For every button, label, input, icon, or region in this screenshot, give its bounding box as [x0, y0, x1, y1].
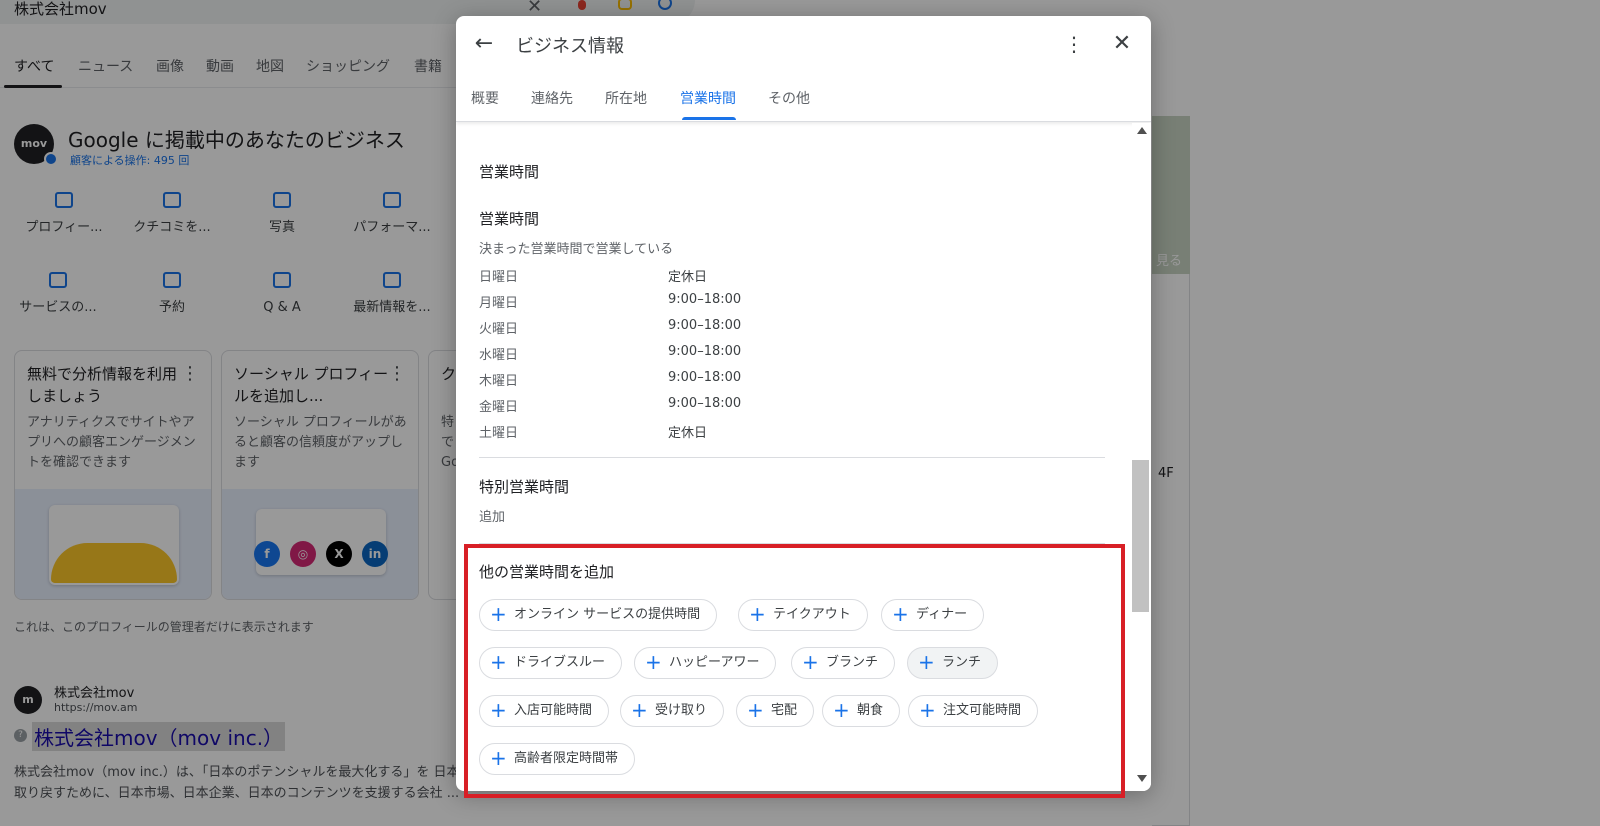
hours-value: 9:00–18:00: [668, 396, 742, 411]
day-label: 木曜日: [479, 374, 519, 389]
hours-value: 定休日: [668, 270, 708, 285]
dialog-scrollbar[interactable]: [1132, 123, 1151, 791]
scrollbar-thumb[interactable]: [1132, 460, 1149, 612]
special-hours-add[interactable]: 追加: [479, 506, 505, 525]
tab-overview[interactable]: 概要: [471, 88, 499, 108]
close-icon[interactable]: ✕: [1108, 30, 1136, 58]
scroll-up-arrow-icon[interactable]: [1137, 127, 1147, 134]
hours-value: 9:00–18:00: [668, 344, 742, 359]
section-divider: [479, 457, 1105, 458]
dialog-title: ビジネス情報: [516, 36, 624, 57]
dialog-header: ← ビジネス情報 ⋮ ✕ 概要 連絡先 所在地 営業時間 その他: [456, 16, 1151, 122]
tab-more[interactable]: その他: [768, 88, 810, 108]
back-arrow-icon[interactable]: ←: [470, 30, 498, 58]
hours-value: 定休日: [668, 426, 708, 441]
scroll-down-arrow-icon[interactable]: [1137, 775, 1147, 782]
hours-value: 9:00–18:00: [668, 292, 742, 307]
section-heading: 営業時間: [479, 163, 540, 181]
hours-value: 9:00–18:00: [668, 370, 742, 385]
day-label: 月曜日: [479, 296, 519, 311]
day-label: 日曜日: [479, 270, 519, 285]
day-label: 土曜日: [479, 426, 519, 441]
day-label: 火曜日: [479, 322, 519, 337]
hours-value: 9:00–18:00: [668, 318, 742, 333]
active-tab-indicator: [682, 117, 736, 120]
hours-heading[interactable]: 営業時間: [479, 208, 539, 229]
day-label: 金曜日: [479, 400, 519, 415]
tab-hours[interactable]: 営業時間: [680, 88, 736, 108]
more-vert-icon[interactable]: ⋮: [1062, 30, 1086, 58]
day-label: 水曜日: [479, 348, 519, 363]
tab-contact[interactable]: 連絡先: [531, 88, 573, 108]
special-hours-heading[interactable]: 特別営業時間: [479, 476, 569, 497]
annotation-highlight-box: [464, 544, 1125, 798]
tab-location[interactable]: 所在地: [605, 88, 647, 108]
hours-mode: 決まった営業時間で営業している: [479, 242, 674, 257]
